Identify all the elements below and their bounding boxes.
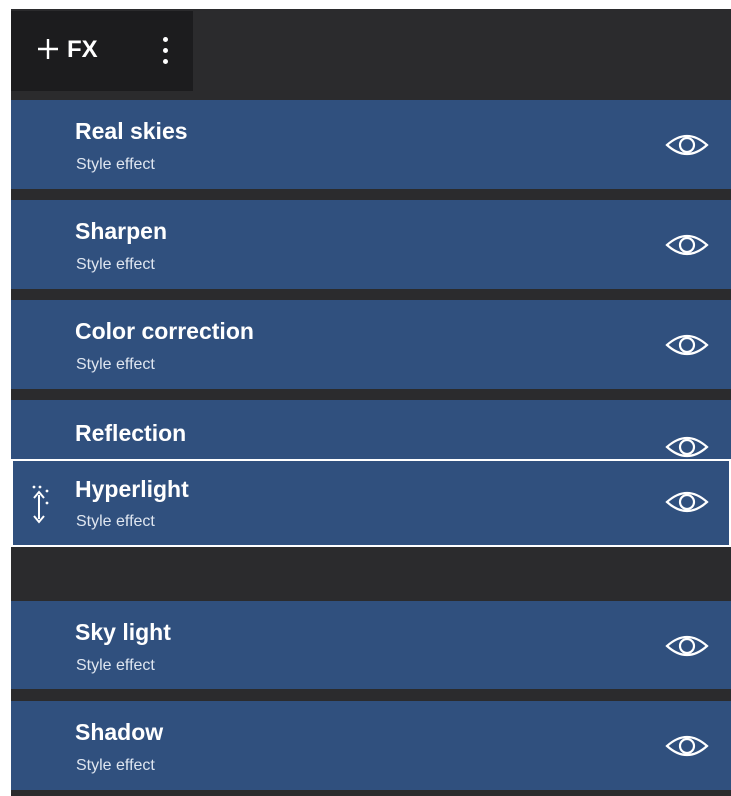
effect-subtitle: Style effect bbox=[76, 156, 155, 173]
effect-title: Real skies bbox=[75, 118, 188, 144]
effect-title: Reflection bbox=[75, 420, 187, 446]
effect-subtitle: Style effect bbox=[76, 657, 155, 674]
effect-subtitle: Style effect bbox=[76, 256, 155, 273]
eye-icon[interactable] bbox=[664, 732, 710, 760]
effect-title: Sky light bbox=[75, 619, 171, 645]
eye-icon[interactable] bbox=[664, 433, 710, 460]
effect-title: Hyperlight bbox=[75, 476, 189, 502]
eye-icon[interactable] bbox=[664, 131, 710, 159]
effect-row-sky-light[interactable]: Sky light Style effect bbox=[11, 601, 731, 689]
effect-row-reflection[interactable]: Reflection bbox=[11, 400, 731, 460]
effect-title: Sharpen bbox=[75, 218, 168, 244]
effect-row-real-skies[interactable]: Real skies Style effect bbox=[11, 100, 731, 189]
drop-placeholder bbox=[11, 547, 731, 601]
effect-title: Color correction bbox=[75, 318, 254, 344]
eye-icon[interactable] bbox=[664, 331, 710, 359]
effect-subtitle: Style effect bbox=[76, 513, 155, 530]
effect-row-shadow[interactable]: Shadow Style effect bbox=[11, 701, 731, 790]
effects-panel: FX Real skies Style effect Sharpen Style… bbox=[11, 9, 731, 796]
eye-icon[interactable] bbox=[664, 231, 710, 259]
eye-icon[interactable] bbox=[664, 488, 710, 516]
effect-subtitle: Style effect bbox=[76, 757, 155, 774]
add-fx-button[interactable]: FX bbox=[67, 37, 98, 63]
vertical-ellipsis-icon[interactable] bbox=[161, 35, 171, 67]
eye-icon[interactable] bbox=[664, 632, 710, 660]
effect-row-hyperlight-dragging[interactable]: Hyperlight Style effect bbox=[11, 459, 731, 547]
drag-handle-icon[interactable] bbox=[31, 481, 53, 527]
plus-icon[interactable] bbox=[37, 38, 59, 60]
effect-row-sharpen[interactable]: Sharpen Style effect bbox=[11, 200, 731, 289]
effect-title: Shadow bbox=[75, 719, 164, 745]
effect-row-color-correction[interactable]: Color correction Style effect bbox=[11, 300, 731, 389]
effect-subtitle: Style effect bbox=[76, 356, 155, 373]
effects-toolbar: FX bbox=[11, 11, 193, 91]
